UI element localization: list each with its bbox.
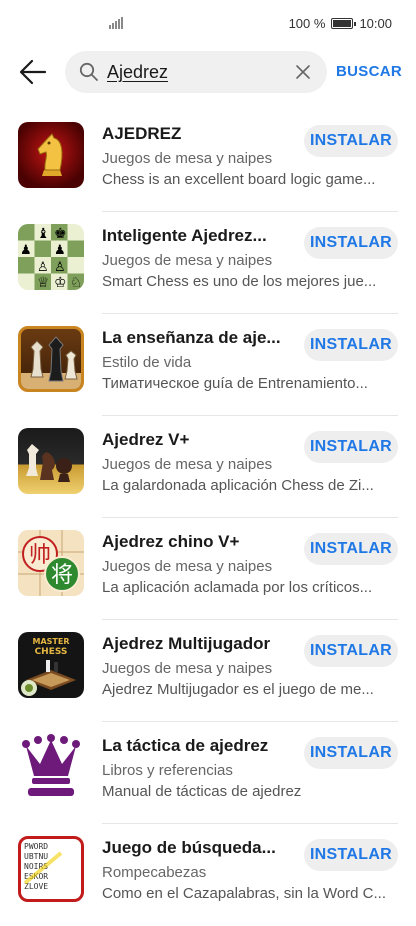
master-chess-line-2: CHESS [35,647,68,657]
install-button[interactable]: INSTALAR [304,329,398,361]
back-arrow-icon[interactable] [18,58,48,86]
svg-text:♙: ♙ [37,260,49,275]
battery-percent: 100 % [288,16,326,31]
app-category: Juegos de mesa y naipes [102,150,273,167]
install-button[interactable]: INSTALAR [304,125,398,157]
svg-text:♟: ♟ [20,243,32,258]
install-button[interactable]: INSTALAR [304,839,398,871]
app-title: Inteligente Ajedrez... [102,226,267,245]
app-description: Smart Chess es uno de los mejores jue... [102,273,377,290]
battery-icon [331,18,357,29]
app-description: Ajedrez Multijugador es el juego de me..… [102,681,374,698]
svg-text:♔: ♔ [54,275,67,290]
chess-set-icon [18,428,84,494]
chessboard-icon: ♝ ♚ ♟ ♟ ♙ ♙ ♕ ♔ ♘ [18,224,84,290]
chess-pieces-icon [18,326,84,392]
master-chess-icon: MASTER CHESS [18,632,84,698]
install-button[interactable]: INSTALAR [304,533,398,565]
app-category: Rompecabezas [102,864,207,881]
search-bar: Ajedrez BUSCAR [0,50,416,94]
svg-text:PWORD: PWORD [24,842,48,851]
search-input[interactable]: Ajedrez [65,51,327,93]
app-title: Ajedrez V+ [102,430,190,449]
install-button[interactable]: INSTALAR [304,227,398,259]
results-list: AJEDREZ Juegos de mesa y naipes Chess is… [0,110,416,926]
app-description: Manual de tácticas de ajedrez [102,783,302,800]
queen-icon [18,734,84,800]
xiangqi-green-glyph: 将 [51,563,73,588]
app-category: Juegos de mesa y naipes [102,660,273,677]
app-description: Como en el Cazapalabras, sin la Word C..… [102,885,387,902]
app-category: Juegos de mesa y naipes [102,456,273,473]
svg-text:♘: ♘ [70,275,83,290]
app-title: Juego de búsqueda... [102,838,276,857]
list-item[interactable]: Ajedrez V+ Juegos de mesa y naipes La ga… [0,416,416,518]
svg-text:♚: ♚ [54,226,67,242]
svg-text:♝: ♝ [37,226,50,242]
svg-text:♙: ♙ [54,260,66,275]
list-item[interactable]: PWORD UBTNU NOIRS ESKOR ZLOVE Juego de b… [0,824,416,926]
list-item[interactable]: La enseñanza de aje... Estilo de vida Ти… [0,314,416,416]
install-button[interactable]: INSTALAR [304,431,398,463]
list-item[interactable]: MASTER CHESS Ajedrez Multijugador Juegos… [0,620,416,722]
svg-text:UBTNU: UBTNU [24,852,48,861]
clock: 10:00 [359,16,392,31]
search-query[interactable]: Ajedrez [107,62,168,83]
clear-icon[interactable] [295,64,311,80]
app-category: Libros y referencias [102,762,233,779]
list-item[interactable]: La táctica de ajedrez Libros y referenci… [0,722,416,824]
svg-text:♕: ♕ [37,275,50,290]
list-item[interactable]: AJEDREZ Juegos de mesa y naipes Chess is… [0,110,416,212]
app-description: Тиматическое guía de Entrenamiento... [102,375,368,392]
app-description: La aplicación aclamada por los críticos.… [102,579,373,596]
xiangqi-icon: 帅 将 [18,530,84,596]
app-title: AJEDREZ [102,124,182,143]
install-button[interactable]: INSTALAR [304,635,398,667]
knight-gold-icon [18,122,84,188]
app-title: Ajedrez Multijugador [102,634,271,653]
list-item[interactable]: ♝ ♚ ♟ ♟ ♙ ♙ ♕ ♔ ♘ Inteligente Ajedrez...… [0,212,416,314]
app-category: Estilo de vida [102,354,192,371]
app-category: Juegos de mesa y naipes [102,558,273,575]
app-category: Juegos de mesa y naipes [102,252,273,269]
app-title: La táctica de ajedrez [102,736,269,755]
app-description: La galardonada aplicación Chess de Zi... [102,477,374,494]
search-button[interactable]: BUSCAR [336,63,402,80]
list-item[interactable]: 帅 将 Ajedrez chino V+ Juegos de mesa y na… [0,518,416,620]
word-search-icon: PWORD UBTNU NOIRS ESKOR ZLOVE [18,836,84,902]
status-bar: 100 % 10:00 [0,0,416,48]
search-icon [79,62,98,81]
master-chess-line-1: MASTER [33,637,70,646]
install-button[interactable]: INSTALAR [304,737,398,769]
app-title: La enseñanza de aje... [102,328,281,347]
app-title: Ajedrez chino V+ [102,532,240,551]
svg-text:♟: ♟ [54,243,66,258]
app-description: Chess is an excellent board logic game..… [102,171,376,188]
signal-icon [109,17,123,29]
